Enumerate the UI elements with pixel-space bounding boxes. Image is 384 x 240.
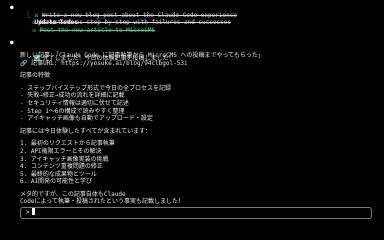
todo-item: ☒ Structure as step-by-step with failure… [20,19,378,27]
content-item: 4. コンテンツ重複問題の修正 [20,163,103,171]
todo-header-row: ● Update Todos [10,4,378,26]
article-url-line[interactable]: 🔗 記事URL: https://yosuke.ai/blog/94clbgol… [20,60,378,68]
bullet-icon: ● [10,39,14,47]
prompt-input[interactable]: > [20,207,372,219]
checked-box-icon: ☒ [34,11,39,19]
todo-text: Structure as step-by-step with failures … [39,19,231,27]
status-row: ● 完了しました！今日の体験記事を投稿しました！ [10,39,378,61]
bullet-icon: ● [10,4,14,11]
content-item: 6. AI開発の可能性と学び [20,178,93,186]
contents-heading: 記事には今日体験したすべてが含まれています： [20,127,152,135]
todo-text: Post the new article to MicroCMS [39,26,156,34]
prompt-symbol: > [26,209,30,216]
todo-item: ⎿ ☒ Write a new blog post about the Clau… [25,11,237,19]
feature-item: - Step 1〜6の構成で読みやすく整理 [20,107,125,115]
content-item: 1. 最初のリクエストから記事執筆 [20,140,115,148]
content-item: 3. アイキャッチ画像実装の挑戦 [20,155,109,163]
new-article-line: 新しい記事：「Claude Code に記事執筆から MicroCMS への投稿… [20,51,264,59]
closing-line: Codeによって執筆・投稿されたという事実も記載しました！ [20,198,184,206]
feature-item: - 失敗→修正→成功の流れを詳細に記載 [20,92,125,100]
todo-item: ☒ Post the new article to MicroCMS [20,27,378,35]
content-item: 2. API権限エラーとその解決 [20,147,102,155]
text-cursor [31,208,35,215]
checked-box-icon: ☒ [32,26,36,34]
todo-text: Write a new blog post about the Claude C… [41,11,237,19]
checked-box-icon: ☒ [32,19,36,27]
features-heading: 記事の特徴 [20,72,51,80]
terminal-window: ● Update Todos ⎿ ☒ Write a new blog post… [0,0,384,227]
feature-item: - セキュリティ情報は適切に伏せて記述 [20,99,129,107]
feature-item: - アイキャッチ画像も自動でアップロード・設定 [20,115,153,123]
